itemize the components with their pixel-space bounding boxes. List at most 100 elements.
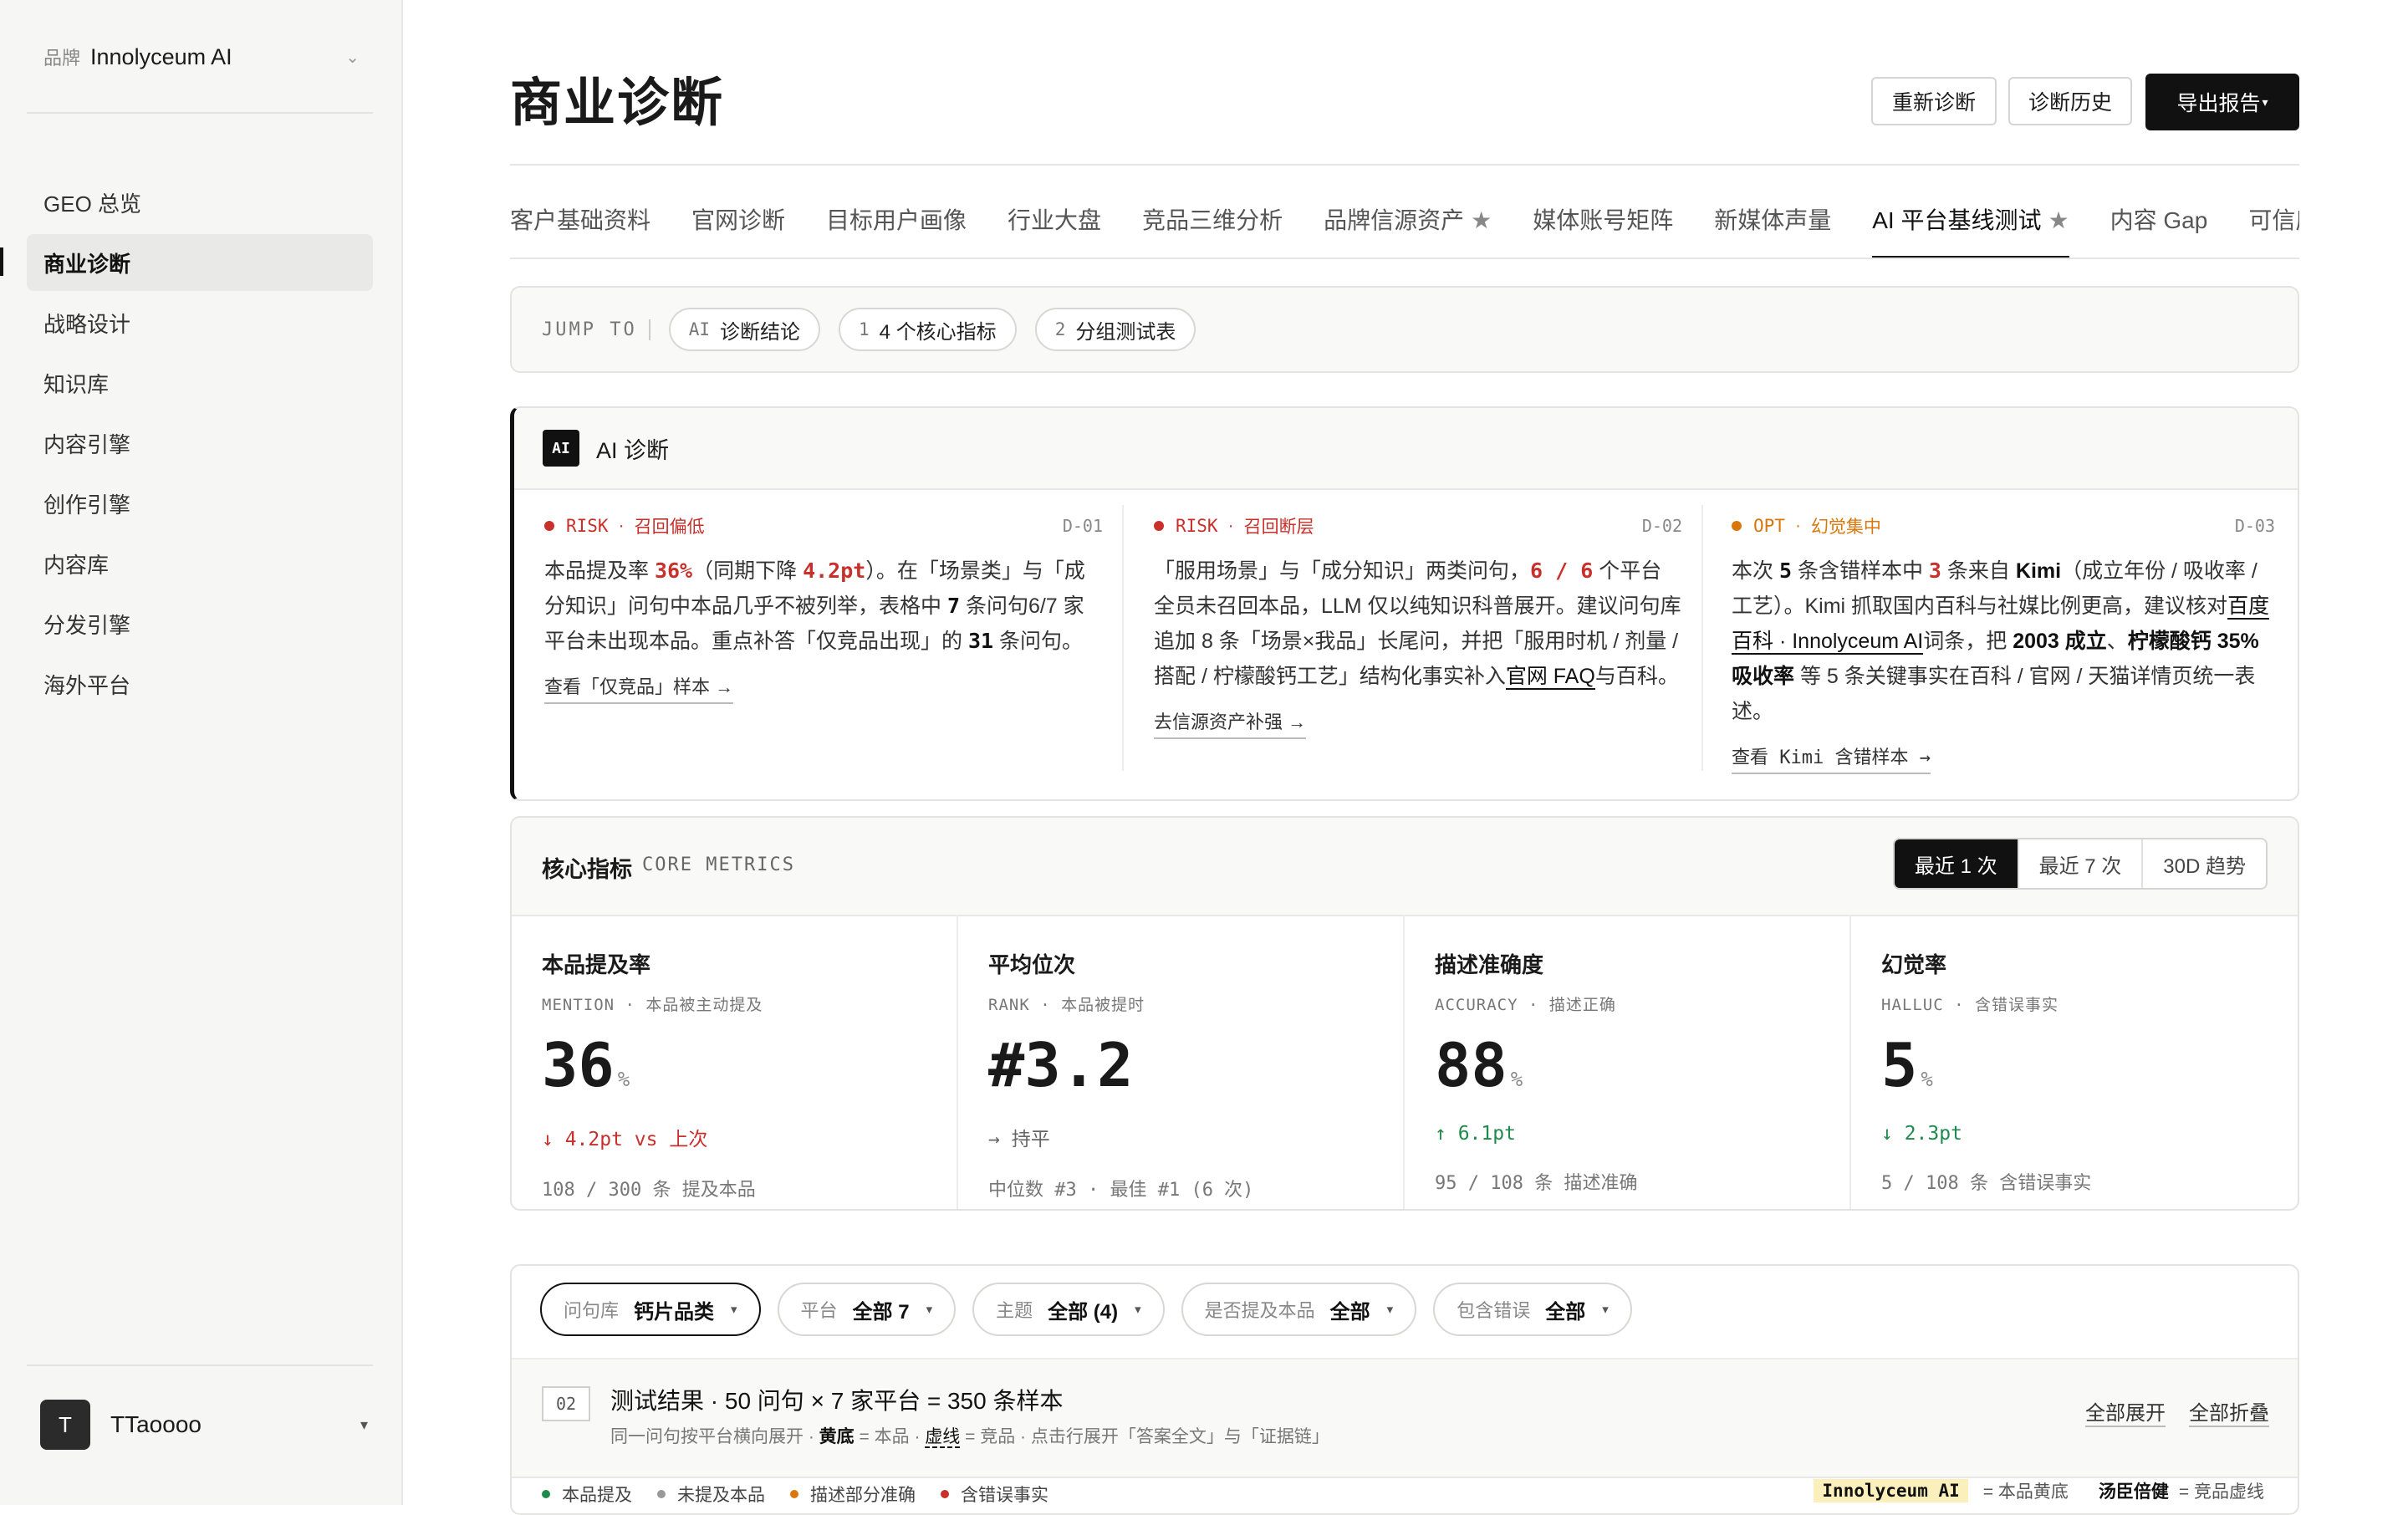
view-competitor-only-samples-link[interactable]: 查看「仅竞品」样本 → [544,672,734,704]
orange-dot-icon [790,1490,798,1498]
ai-diagnosis-panel: AI AI 诊断 RISK · 召回偏低 D-01 本品提及率 36%（同期下降… [510,406,2299,801]
metric-delta: ↓ 2.3pt [1881,1123,1962,1145]
range-last-1[interactable]: 最近 1 次 [1894,839,2018,888]
diagnosis-text: 本次 5 条含错样本中 3 条来自 Kimi（成立年份 / 吸收率 / 工艺）。… [1732,553,2275,729]
tab-website-diagnosis[interactable]: 官网诊断 [691,201,785,259]
metric-number: 5 [1881,1030,1918,1100]
jump-test-table[interactable]: 2 分组测试表 [1034,308,1196,351]
text: 本次 [1732,559,1779,583]
sidebar-item-distribution[interactable]: 分发引擎 [27,595,373,652]
caret-down-icon: ▾ [1602,1303,1609,1317]
level-tag: RISK [566,516,609,536]
text: 「服用场景」与「成分知识」两类问句， [1154,559,1531,583]
sidebar-item-business-diagnosis[interactable]: 商业诊断 [27,234,373,291]
level-tag: OPT [1753,516,1785,536]
bold-value: Kimi [2015,559,2062,583]
metric-card-rank: 平均位次 RANK · 本品被提时 #3.2 → 持平 中位数 #3 · 最佳 … [958,915,1405,1209]
tab-ai-baseline-test[interactable]: AI 平台基线测试 ★ [1872,201,2069,259]
tab-brand-sources[interactable]: 品牌信源资产 ★ [1324,201,1492,259]
jump-label: 4 个核心指标 [879,320,997,344]
sidebar-nav: GEO 总览 商业诊断 战略设计 知识库 内容引擎 创作引擎 内容库 分发引擎 … [27,174,373,716]
legend-label: 描述部分准确 [810,1486,916,1505]
legend-item: 本品提及 [542,1482,632,1507]
filter-has-error[interactable]: 包含错误 全部 ▾ [1433,1283,1632,1336]
divider [510,258,2299,259]
sidebar-item-geo-overview[interactable]: GEO 总览 [27,174,373,231]
tab-media-accounts[interactable]: 媒体账号矩阵 [1533,201,1673,259]
sidebar-item-content-engine[interactable]: 内容引擎 [27,415,373,472]
tab-label: 媒体账号矩阵 [1533,207,1674,233]
export-report-button[interactable]: 导出报告 ▾ [2145,74,2299,130]
metric-name: 本品提及率 [542,952,651,977]
tab-credibility[interactable]: 可信度 [2248,201,2299,259]
rediagnose-button[interactable]: 重新诊断 [1871,77,1997,125]
sidebar: 品牌 Innolyceum AI ⌄ GEO 总览 商业诊断 战略设计 知识库 … [0,0,403,1505]
sidebar-item-strategy[interactable]: 战略设计 [27,294,373,351]
metric-foot: 108 / 300 条 提及本品 [542,1180,756,1201]
source-asset-link[interactable]: 去信源资产补强 → [1154,707,1307,739]
brand-switcher[interactable]: 品牌 Innolyceum AI ⌄ [43,40,360,74]
user-menu[interactable]: T TTaoooo ▾ [40,1400,368,1450]
history-button[interactable]: 诊断历史 [2008,77,2132,125]
core-metrics-panel: 核心指标 CORE METRICS 最近 1 次 最近 7 次 30D 趋势 本… [510,816,2299,1211]
filter-topic[interactable]: 主题 全部 (4) ▾ [972,1283,1165,1336]
tab-user-persona[interactable]: 目标用户画像 [826,201,967,259]
filter-platform[interactable]: 平台 全部 7 ▾ [777,1283,957,1336]
user-name: TTaoooo [110,1411,202,1437]
ai-badge: AI [543,430,579,467]
page-title: 商业诊断 [510,74,725,132]
range-30d-trend[interactable]: 30D 趋势 [2141,839,2266,888]
sidebar-item-label: GEO 总览 [43,191,142,217]
tab-new-media-volume[interactable]: 新媒体声量 [1714,201,1831,259]
filter-mentioned[interactable]: 是否提及本品 全部 ▾ [1181,1283,1417,1336]
test-results-title: 测试结果 · 50 问句 × 7 家平台 = 350 条样本 [610,1388,1064,1414]
test-results-header: 02 测试结果 · 50 问句 × 7 家平台 = 350 条样本 同一问句按平… [512,1358,2298,1478]
sidebar-item-knowledge-base[interactable]: 知识库 [27,355,373,411]
tab-label: 官网诊断 [691,207,786,233]
metric-unit: % [617,1068,630,1091]
tab-competitor-analysis[interactable]: 竞品三维分析 [1142,201,1283,259]
divider [1701,505,1703,771]
sidebar-item-label: 战略设计 [43,311,131,337]
text: 、 [2106,630,2128,653]
bold-value: 31 [967,629,994,653]
diagnosis-text: 「服用场景」与「成分知识」两类问句，6 / 6 个平台全员未召回本品，LLM 仅… [1154,553,1682,694]
sidebar-item-content-library[interactable]: 内容库 [27,535,373,592]
view-kimi-error-samples-link[interactable]: 查看 Kimi 含错样本 → [1732,742,1931,774]
official-faq-link[interactable]: 官网 FAQ [1505,665,1595,690]
expand-all-button[interactable]: 全部展开 [2085,1396,2166,1427]
highlight-value: 6 / 6 [1530,559,1594,583]
text: 与百科。 [1594,665,1679,688]
metric-value: #3.2 [988,1032,1403,1113]
filter-value: 全部 [1545,1300,1586,1324]
jump-ai-conclusion[interactable]: AI 诊断结论 [668,308,821,351]
tab-content-gap[interactable]: 内容 Gap [2110,201,2208,259]
metric-foot: 95 / 108 条 描述准确 [1435,1173,1638,1194]
export-label: 导出报告 [2176,92,2261,115]
text: = 本品 · [854,1427,926,1446]
sidebar-item-label: 知识库 [43,371,110,397]
diagnosis-card-d01: RISK · 召回偏低 D-01 本品提及率 36%（同期下降 4.2pt）。在… [544,513,1103,764]
diagnosis-card-d03: OPT · 幻觉集中 D-03 本次 5 条含错样本中 3 条来自 Kimi（成… [1732,513,2275,774]
core-metrics-subtitle: CORE METRICS [642,854,795,875]
tab-client-profile[interactable]: 客户基础资料 [510,201,650,259]
diagnosis-code: D-03 [2234,516,2275,536]
divider [1122,505,1124,771]
sidebar-item-creation-engine[interactable]: 创作引擎 [27,475,373,532]
sidebar-item-label: 内容引擎 [43,431,131,457]
jump-to-bar: JUMP TO AI 诊断结论 1 4 个核心指标 2 分组测试表 [510,286,2299,373]
diagnosis-code: D-01 [1062,516,1103,536]
legend-item: 未提及本品 [657,1482,765,1507]
metric-sub: RANK · 本品被提时 [988,996,1145,1014]
filter-question-bank[interactable]: 问句库 钙片品类 ▾ [540,1283,761,1336]
text: 本品提及率 [544,559,655,583]
metric-name: 描述准确度 [1435,952,1544,977]
sidebar-item-overseas[interactable]: 海外平台 [27,655,373,712]
tab-label: AI 平台基线测试 [1872,207,2042,233]
tab-bar: 客户基础资料 官网诊断 目标用户画像 行业大盘 竞品三维分析 品牌信源资产 ★ 媒… [510,201,2299,259]
tab-industry[interactable]: 行业大盘 [1008,201,1101,259]
jump-core-metrics[interactable]: 1 4 个核心指标 [839,308,1017,351]
collapse-all-button[interactable]: 全部折叠 [2189,1396,2269,1427]
star-icon: ★ [1471,207,1492,233]
range-last-7[interactable]: 最近 7 次 [2017,839,2142,888]
